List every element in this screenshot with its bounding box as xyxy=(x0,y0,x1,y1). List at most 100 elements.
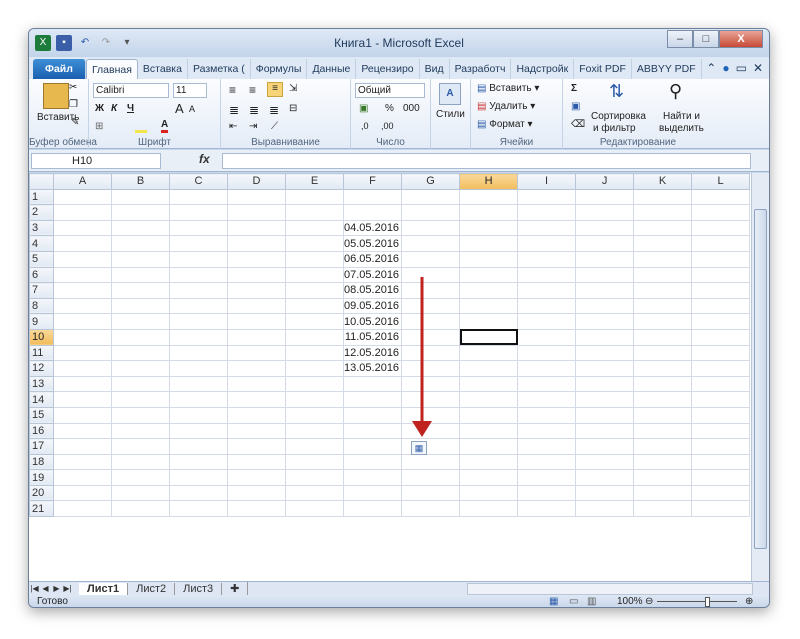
cell[interactable] xyxy=(111,219,170,237)
cell[interactable] xyxy=(111,282,170,299)
cell[interactable] xyxy=(691,250,751,268)
cell[interactable] xyxy=(691,406,751,424)
cell[interactable] xyxy=(342,500,403,518)
cell[interactable] xyxy=(227,282,286,299)
cell[interactable] xyxy=(227,313,286,330)
find-select-button[interactable]: Найти и xyxy=(663,111,700,122)
cell[interactable] xyxy=(53,453,112,471)
cell[interactable] xyxy=(285,219,344,237)
cell[interactable] xyxy=(169,250,228,268)
cell[interactable] xyxy=(401,406,461,424)
font-name-select[interactable]: Calibri xyxy=(93,83,169,98)
vertical-scroll-thumb[interactable] xyxy=(754,209,767,549)
cell[interactable] xyxy=(691,204,751,221)
horizontal-scrollbar[interactable] xyxy=(467,583,753,595)
cell[interactable] xyxy=(111,313,170,330)
cell[interactable] xyxy=(575,453,635,471)
row-header[interactable]: 8 xyxy=(29,297,54,315)
cell[interactable] xyxy=(633,360,693,377)
cell[interactable] xyxy=(53,484,112,502)
cell[interactable] xyxy=(691,282,751,299)
cell[interactable] xyxy=(227,297,286,315)
cell[interactable] xyxy=(401,266,461,284)
merge-cells-icon[interactable]: ⊟ xyxy=(289,103,297,114)
cell[interactable] xyxy=(575,282,635,299)
cell[interactable] xyxy=(53,422,112,440)
shrink-font-button[interactable]: A xyxy=(189,104,195,114)
cell[interactable] xyxy=(401,360,461,377)
cell[interactable] xyxy=(691,344,751,362)
cell[interactable] xyxy=(53,406,112,424)
cell[interactable] xyxy=(53,344,112,362)
row-header[interactable]: 17 xyxy=(29,438,54,455)
cell[interactable] xyxy=(633,282,693,299)
cell[interactable] xyxy=(517,484,577,502)
grow-font-button[interactable]: A xyxy=(175,101,184,116)
date-cell[interactable]: 10.05.2016 xyxy=(342,313,403,330)
cell[interactable] xyxy=(459,375,519,393)
clear-icon[interactable]: ⌫ xyxy=(571,119,585,130)
zoom-slider[interactable] xyxy=(657,601,737,602)
column-header[interactable]: L xyxy=(691,173,751,190)
cell[interactable] xyxy=(169,422,228,440)
cell[interactable] xyxy=(111,469,170,486)
prev-sheet-icon[interactable]: ◀ xyxy=(40,584,51,593)
cell[interactable] xyxy=(285,375,344,393)
tab-5[interactable]: Данные xyxy=(307,59,357,79)
cell[interactable] xyxy=(575,266,635,284)
cell[interactable] xyxy=(517,375,577,393)
cell[interactable] xyxy=(53,391,112,408)
tab-8[interactable]: Разработч xyxy=(450,59,512,79)
column-header[interactable]: C xyxy=(169,173,228,190)
cell[interactable] xyxy=(575,422,635,440)
cell[interactable] xyxy=(53,438,112,455)
cell[interactable] xyxy=(575,313,635,330)
align-center-icon[interactable]: ≣ xyxy=(249,103,259,117)
cell[interactable] xyxy=(517,500,577,518)
cell[interactable] xyxy=(459,313,519,330)
cell[interactable] xyxy=(691,469,751,486)
cell[interactable] xyxy=(401,204,461,221)
cell[interactable] xyxy=(459,282,519,299)
align-left-icon[interactable]: ≣ xyxy=(229,103,239,117)
cell[interactable] xyxy=(111,438,170,455)
tab-9[interactable]: Надстройк xyxy=(511,59,575,79)
cell[interactable] xyxy=(517,422,577,440)
date-cell[interactable]: 05.05.2016 xyxy=(342,235,403,252)
cell[interactable] xyxy=(285,453,344,471)
tab-6[interactable]: Рецензиро xyxy=(356,59,420,79)
cell[interactable] xyxy=(575,375,635,393)
cell[interactable] xyxy=(401,219,461,237)
cell[interactable] xyxy=(342,391,403,408)
cell[interactable] xyxy=(227,375,286,393)
borders-icon[interactable]: ⊞ xyxy=(95,121,103,132)
cell[interactable] xyxy=(691,484,751,502)
cell[interactable] xyxy=(227,219,286,237)
cell[interactable] xyxy=(342,469,403,486)
zoom-out-icon[interactable]: ⊖ xyxy=(645,595,653,607)
cell[interactable] xyxy=(517,250,577,268)
cell[interactable] xyxy=(459,188,519,206)
column-header[interactable]: F xyxy=(342,173,403,190)
cell[interactable] xyxy=(459,204,519,221)
cell[interactable] xyxy=(342,453,403,471)
cell[interactable] xyxy=(227,438,286,455)
cell[interactable] xyxy=(169,235,228,252)
cell[interactable] xyxy=(285,406,344,424)
cell[interactable] xyxy=(459,453,519,471)
sheet-tab[interactable]: Лист3 xyxy=(175,582,223,595)
close-button[interactable]: X xyxy=(719,30,763,48)
cell[interactable] xyxy=(691,438,751,455)
find-select-button-2[interactable]: выделить xyxy=(659,123,704,134)
cell[interactable] xyxy=(53,297,112,315)
last-sheet-icon[interactable]: ▶| xyxy=(62,584,73,593)
cell[interactable] xyxy=(691,266,751,284)
cell[interactable] xyxy=(53,313,112,330)
cell[interactable] xyxy=(227,406,286,424)
insert-cells-button[interactable]: ▤ Вставить ▾ xyxy=(477,83,539,94)
name-box[interactable]: H10 xyxy=(31,153,161,169)
cell[interactable] xyxy=(53,188,112,206)
column-header[interactable]: A xyxy=(53,173,112,190)
cell[interactable] xyxy=(169,297,228,315)
cell[interactable] xyxy=(227,500,286,518)
